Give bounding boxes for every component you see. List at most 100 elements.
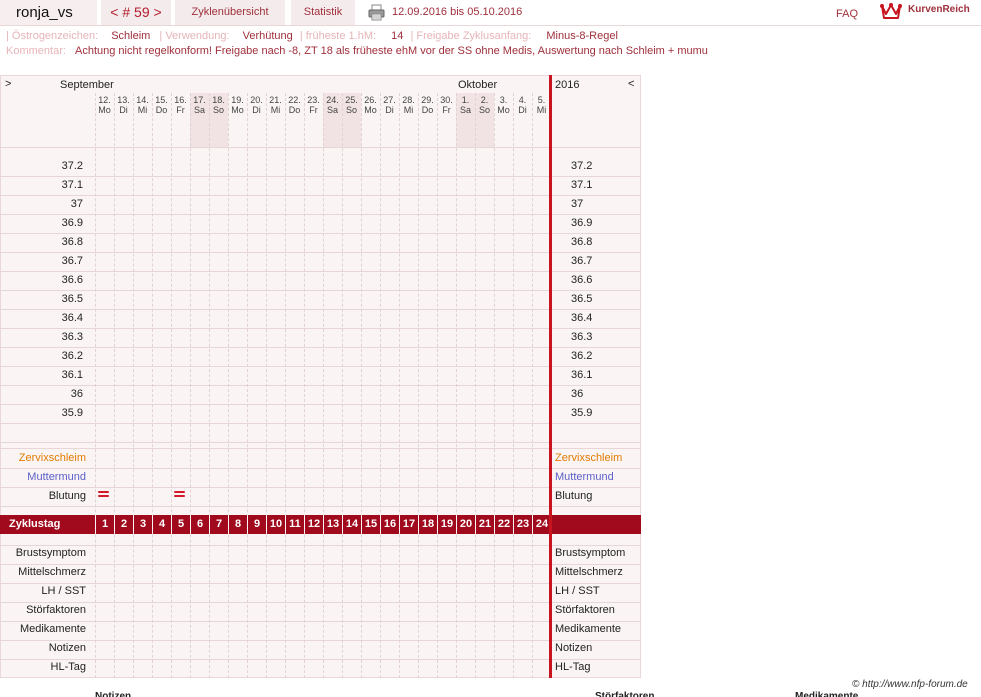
cycle-day-cell[interactable]: 23 — [513, 515, 532, 534]
cycle-day-cell[interactable]: 2 — [114, 515, 133, 534]
cycle-day-cell[interactable]: 1 — [95, 515, 114, 534]
printer-icon[interactable] — [368, 4, 385, 21]
row-label-right[interactable]: LH / SST — [555, 585, 600, 597]
bleeding-mark[interactable] — [174, 491, 185, 497]
row-label-right[interactable]: HL-Tag — [555, 661, 590, 673]
row-label[interactable]: Notizen — [0, 642, 86, 654]
day-header: 23. Fr — [304, 95, 323, 115]
row-label-right[interactable]: Mittelschmerz — [555, 566, 623, 578]
day-header: 16. Fr — [171, 95, 190, 115]
temperature-label-right: 36.6 — [571, 274, 593, 286]
day-date: 20. — [250, 95, 263, 105]
cycle-day-cell[interactable]: 5 — [171, 515, 190, 534]
cycle-day-cell[interactable]: 20 — [456, 515, 475, 534]
row-label-right[interactable]: Muttermund — [555, 471, 614, 483]
day-date: 27. — [383, 95, 396, 105]
temperature-label: 36.8 — [61, 236, 83, 248]
day-date: 1. — [461, 95, 470, 105]
row-label-right[interactable]: Störfaktoren — [555, 604, 615, 616]
cycle-day-cell[interactable]: 8 — [228, 515, 247, 534]
temperature-label: 36.6 — [61, 274, 83, 286]
cycle-navigator[interactable]: < # 59 > — [101, 0, 171, 25]
row-label[interactable]: Brustsymptom — [0, 547, 86, 559]
faq-link[interactable]: FAQ — [836, 8, 858, 20]
kommentar-value: Achtung nicht regelkonform! Freigabe nac… — [74, 45, 708, 57]
temperature-gridline — [0, 252, 641, 253]
cycle-day-cell[interactable]: 4 — [152, 515, 171, 534]
row-divider — [0, 487, 641, 488]
day-date: 17. — [193, 95, 206, 105]
day-gridline — [247, 93, 248, 678]
row-divider — [0, 621, 641, 622]
row-label-right[interactable]: Notizen — [555, 642, 592, 654]
row-label-right[interactable]: Medikamente — [555, 623, 621, 635]
day-gridline — [399, 93, 400, 678]
cycle-day-cell[interactable]: 17 — [399, 515, 418, 534]
cycle-day-cell[interactable]: 15 — [361, 515, 380, 534]
cycle-day-cell[interactable]: 22 — [494, 515, 513, 534]
username-tab[interactable]: ronja_vs — [0, 0, 97, 25]
day-date: 28. — [402, 95, 415, 105]
row-divider — [0, 640, 641, 641]
day-header: 18. So — [209, 95, 228, 115]
day-weekday: Di — [385, 105, 394, 115]
verwendung-label: Verwendung: — [165, 30, 230, 42]
row-divider — [0, 659, 641, 660]
temperature-gridline — [0, 195, 641, 196]
temperature-gridline — [0, 233, 641, 234]
nav-next-button[interactable]: < — [628, 78, 634, 90]
cycle-day-cell[interactable]: 11 — [285, 515, 304, 534]
row-label[interactable]: Muttermund — [0, 471, 86, 483]
medication-column-header: Medikamente — [795, 691, 859, 697]
day-header: 27. Di — [380, 95, 399, 115]
day-date: 19. — [231, 95, 244, 105]
cycle-day-cell[interactable]: 3 — [133, 515, 152, 534]
cycle-day-cell[interactable]: 10 — [266, 515, 285, 534]
day-header: 20. Di — [247, 95, 266, 115]
tab-cycle-overview[interactable]: Zyklenübersicht — [175, 0, 285, 25]
temperature-gridline — [0, 309, 641, 310]
row-label[interactable]: Mittelschmerz — [0, 566, 86, 578]
tab-statistics[interactable]: Statistik — [291, 0, 355, 25]
temperature-label-right: 36 — [571, 388, 584, 400]
day-header: 3. Mo — [494, 95, 513, 115]
temperature-gridline — [0, 214, 641, 215]
cycle-day-cell[interactable]: 6 — [190, 515, 209, 534]
day-header: 28. Mi — [399, 95, 418, 115]
crown-logo-icon[interactable] — [880, 2, 902, 20]
row-label[interactable]: Blutung — [0, 490, 86, 502]
row-label[interactable]: LH / SST — [0, 585, 86, 597]
cycle-day-cell[interactable]: 18 — [418, 515, 437, 534]
day-date: 15. — [155, 95, 168, 105]
temperature-gridline — [0, 366, 641, 367]
row-label-right[interactable]: Zervixschleim — [555, 452, 622, 464]
temperature-label-right: 37.1 — [571, 179, 593, 191]
row-label-right[interactable]: Blutung — [555, 490, 592, 502]
temperature-label: 36.9 — [61, 217, 83, 229]
cycle-day-cell[interactable]: 14 — [342, 515, 361, 534]
row-label[interactable]: Zervixschleim — [0, 452, 86, 464]
row-divider — [0, 602, 641, 603]
cycle-day-cell[interactable]: 21 — [475, 515, 494, 534]
cycle-day-cell[interactable]: 9 — [247, 515, 266, 534]
day-weekday: Mo — [497, 105, 510, 115]
row-label[interactable]: Störfaktoren — [0, 604, 86, 616]
cycle-day-cell[interactable]: 13 — [323, 515, 342, 534]
day-header: 24. Sa — [323, 95, 342, 115]
day-gridline — [304, 93, 305, 678]
logo-text[interactable]: KurvenReich — [908, 4, 970, 15]
temperature-label-right: 36.3 — [571, 331, 593, 343]
row-label-right[interactable]: Brustsymptom — [555, 547, 625, 559]
cycle-day-cell[interactable]: 16 — [380, 515, 399, 534]
cycle-day-cell[interactable]: 12 — [304, 515, 323, 534]
day-date: 22. — [288, 95, 301, 105]
cycle-day-cell[interactable]: 7 — [209, 515, 228, 534]
bleeding-mark[interactable] — [98, 491, 109, 497]
row-label[interactable]: HL-Tag — [0, 661, 86, 673]
cycle-day-cell[interactable]: 19 — [437, 515, 456, 534]
temperature-gridline — [0, 442, 641, 443]
day-gridline — [266, 93, 267, 678]
row-label[interactable]: Medikamente — [0, 623, 86, 635]
day-header: 26. Mo — [361, 95, 380, 115]
nav-prev-button[interactable]: > — [5, 78, 11, 90]
